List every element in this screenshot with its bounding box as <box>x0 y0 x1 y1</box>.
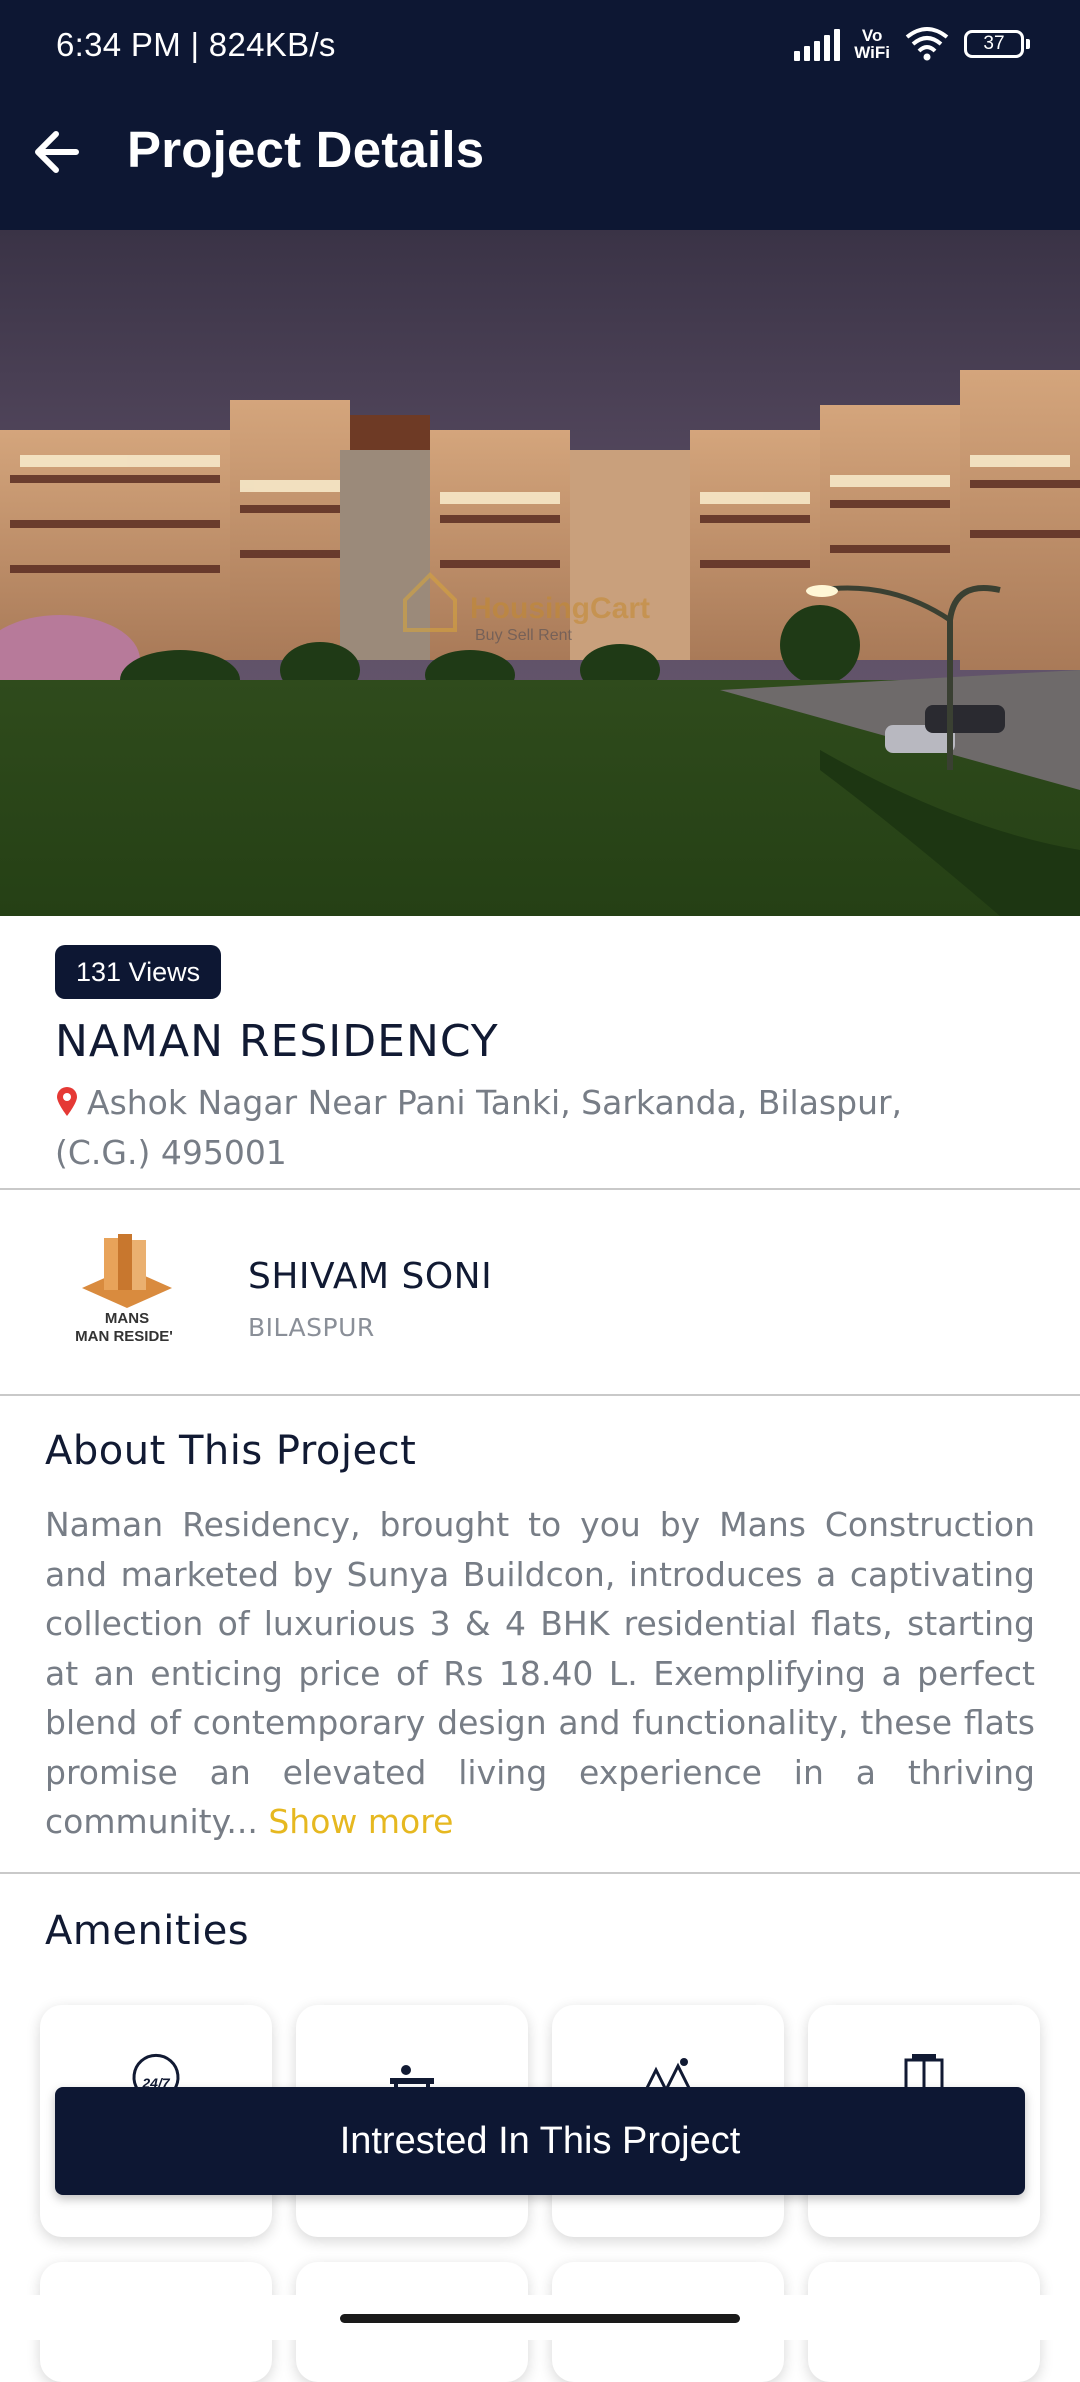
wifi-icon <box>905 27 949 61</box>
arrow-left-icon <box>35 131 79 173</box>
project-address: Ashok Nagar Near Pani Tanki, Sarkanda, B… <box>55 1078 985 1178</box>
page-title: Project Details <box>127 121 485 178</box>
home-indicator[interactable] <box>340 2314 740 2323</box>
building-rendering: HousingCart Buy Sell Rent <box>0 230 1080 916</box>
about-section-title: About This Project <box>45 1428 417 1474</box>
builder-name[interactable]: SHIVAM SONI <box>248 1256 492 1297</box>
divider <box>0 1872 1080 1874</box>
battery-icon: 37 <box>964 30 1030 58</box>
status-time: 6:34 PM | 824KB/s <box>56 26 336 63</box>
builder-logo: MANS MAN RESIDE' <box>62 1228 192 1358</box>
status-icons: Vo WiFi 37 <box>794 22 1030 66</box>
vowifi-label: Vo WiFi <box>854 26 890 62</box>
back-button[interactable] <box>24 120 88 184</box>
project-hero-image[interactable]: HousingCart Buy Sell Rent <box>0 230 1080 916</box>
about-text: Naman Residency, brought to you by Mans … <box>45 1500 1035 1847</box>
watermark-brand: HousingCart <box>470 592 650 625</box>
interested-button[interactable]: Intrested In This Project <box>55 2087 1025 2195</box>
amenities-section-title: Amenities <box>45 1908 250 1954</box>
status-bar: 6:34 PM | 824KB/s Vo WiFi 37 <box>0 0 1080 76</box>
watermark-tagline: Buy Sell Rent <box>475 627 572 644</box>
app-bar: Project Details <box>0 76 1080 230</box>
project-name: NAMAN RESIDENCY <box>55 1016 499 1067</box>
divider <box>0 1394 1080 1396</box>
builder-logo-text-1: MANS <box>105 1310 149 1327</box>
builder-logo-text-2: MAN RESIDE' <box>75 1328 173 1345</box>
signal-icon <box>794 27 841 61</box>
views-badge: 131 Views <box>55 945 222 999</box>
divider <box>0 1188 1080 1190</box>
about-description: Naman Residency, brought to you by Mans … <box>45 1505 1035 1841</box>
address-text: Ashok Nagar Near Pani Tanki, Sarkanda, B… <box>55 1083 903 1172</box>
location-pin-icon <box>57 1087 77 1116</box>
show-more-link[interactable]: Show more <box>268 1802 453 1841</box>
builder-city: BILASPUR <box>248 1313 375 1342</box>
